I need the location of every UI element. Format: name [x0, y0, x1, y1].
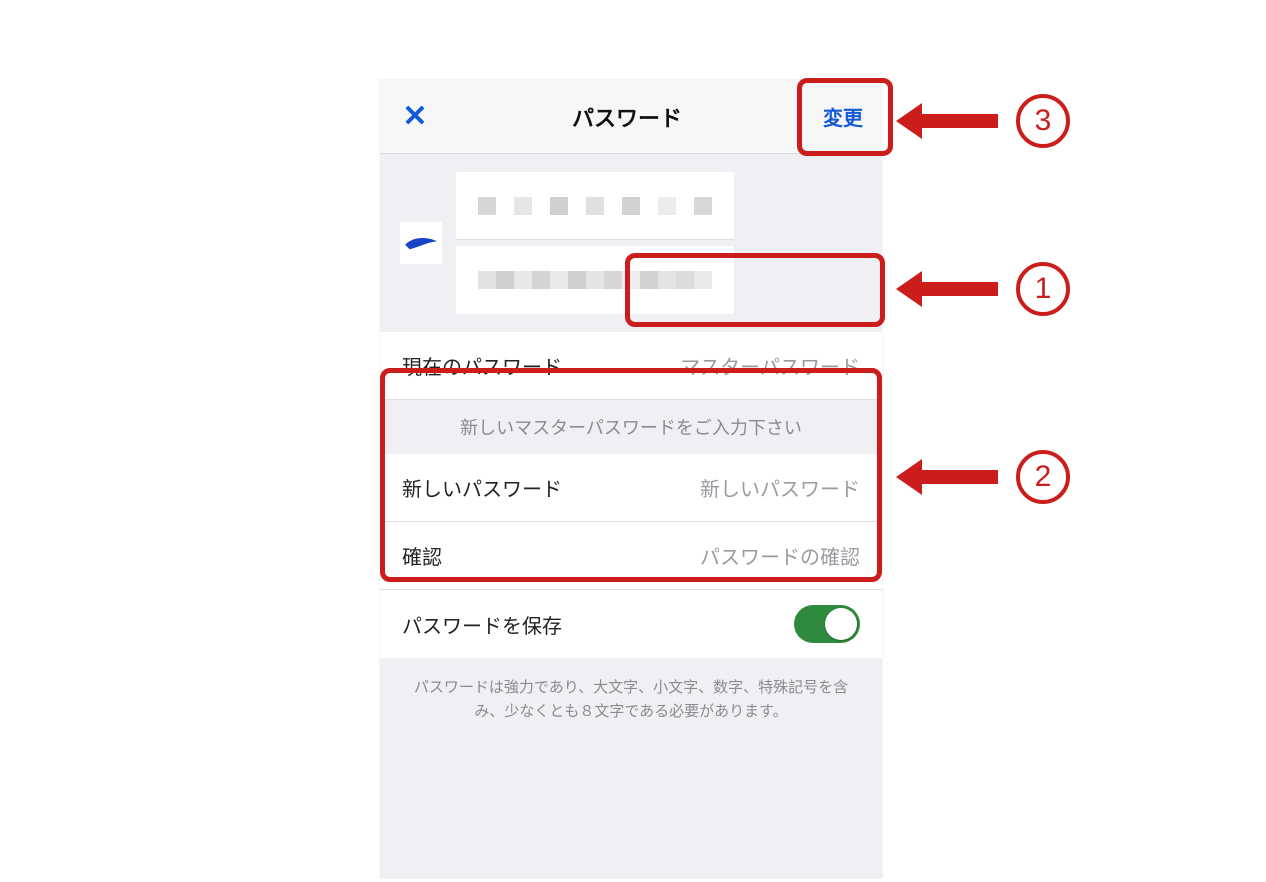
- new-password-field[interactable]: 新しいパスワード: [700, 473, 860, 502]
- toggle-knob-icon: [825, 608, 857, 640]
- confirm-password-field[interactable]: パスワードの確認: [700, 541, 860, 570]
- account-name-redacted: [456, 172, 734, 314]
- arrow-icon: [918, 114, 998, 128]
- current-password-row[interactable]: 現在のパスワード マスターパスワード: [380, 332, 882, 400]
- annotation-arrow-1: 1: [918, 262, 1070, 316]
- annotation-number-1: 1: [1016, 262, 1070, 316]
- header-bar: ✕ パスワード 変更: [380, 80, 882, 154]
- new-password-label: 新しいパスワード: [402, 473, 562, 502]
- current-password-field[interactable]: マスターパスワード: [680, 351, 860, 380]
- annotation-number-2: 2: [1016, 450, 1070, 504]
- annotation-arrow-2: 2: [918, 450, 1070, 504]
- save-password-row: パスワードを保存: [380, 590, 882, 658]
- save-password-toggle[interactable]: [794, 605, 860, 643]
- annotation-number-3: 3: [1016, 94, 1070, 148]
- change-button[interactable]: 変更: [814, 93, 872, 141]
- password-requirements-text: パスワードは強力であり、大文字、小文字、数字、特殊記号を含み、少なくとも８文字で…: [380, 658, 882, 878]
- confirm-password-row[interactable]: 確認 パスワードの確認: [380, 522, 882, 590]
- annotation-arrow-3: 3: [918, 94, 1070, 148]
- new-password-hint: 新しいマスターパスワードをご入力下さい: [380, 400, 882, 454]
- confirm-password-label: 確認: [402, 541, 442, 570]
- save-password-label: パスワードを保存: [402, 610, 562, 639]
- password-screen: ✕ パスワード 変更 現在のパスワード マスターパスワード 新しいマスターパスワ…: [380, 80, 882, 878]
- arrow-icon: [918, 282, 998, 296]
- new-password-row[interactable]: 新しいパスワード 新しいパスワード: [380, 454, 882, 522]
- current-password-label: 現在のパスワード: [402, 351, 562, 380]
- arrow-icon: [918, 470, 998, 484]
- account-row: [380, 154, 882, 332]
- app-logo-icon: [400, 222, 442, 264]
- page-title: パスワード: [572, 101, 682, 133]
- close-icon[interactable]: ✕: [390, 99, 440, 134]
